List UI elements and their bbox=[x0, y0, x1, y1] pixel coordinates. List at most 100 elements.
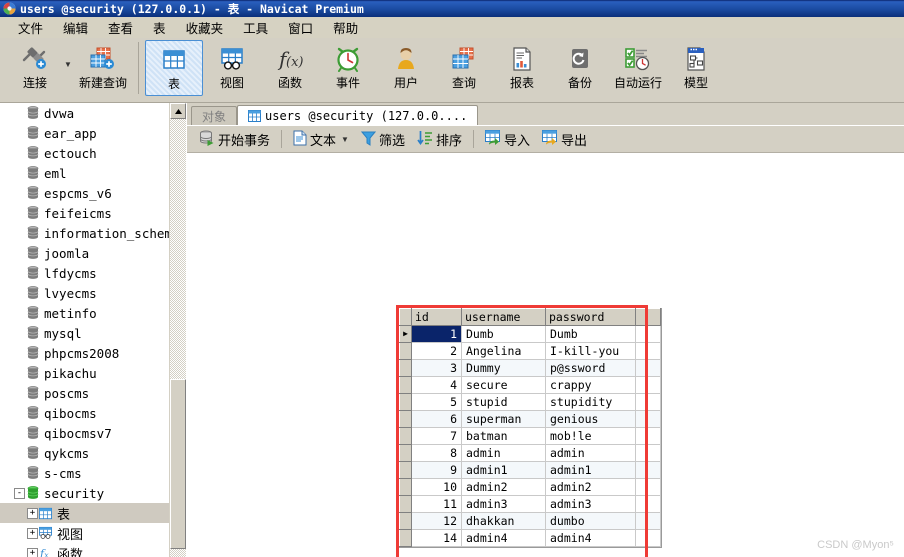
sort-button[interactable]: 排序 bbox=[411, 128, 468, 151]
row-marker-cell[interactable] bbox=[399, 478, 412, 496]
table-row[interactable]: 14 admin4 admin4 bbox=[399, 529, 661, 547]
cell-id[interactable]: 7 bbox=[411, 427, 462, 445]
table-row[interactable]: 6 superman genious bbox=[399, 410, 661, 428]
cell-id[interactable]: 11 bbox=[411, 495, 462, 513]
column-header-id[interactable]: id bbox=[411, 308, 462, 326]
row-marker-cell[interactable]: ▶ bbox=[399, 325, 412, 343]
menu-table[interactable]: 表 bbox=[143, 16, 176, 39]
row-marker-cell[interactable] bbox=[399, 529, 412, 547]
cell-password[interactable]: Dumb bbox=[545, 325, 636, 343]
toolbar-event[interactable]: 事件 bbox=[319, 40, 377, 96]
table-row[interactable]: 7 batman mob!le bbox=[399, 427, 661, 445]
row-marker-cell[interactable] bbox=[399, 342, 412, 360]
row-marker-cell[interactable] bbox=[399, 376, 412, 394]
cell-id[interactable]: 5 bbox=[411, 393, 462, 411]
menu-tools[interactable]: 工具 bbox=[233, 16, 278, 39]
toolbar-backup[interactable]: 备份 bbox=[551, 40, 609, 96]
cell-password[interactable]: admin3 bbox=[545, 495, 636, 513]
table-row[interactable]: 10 admin2 admin2 bbox=[399, 478, 661, 496]
table-row[interactable]: 5 stupid stupidity bbox=[399, 393, 661, 411]
toolbar-function[interactable]: f (x) 函数 bbox=[261, 40, 319, 96]
toolbar-automation[interactable]: 自动运行 bbox=[609, 40, 667, 96]
sidebar-db-item[interactable]: ear_app bbox=[0, 123, 186, 143]
tab-objects[interactable]: 对象 bbox=[191, 106, 238, 125]
sidebar-db-item[interactable]: phpcms2008 bbox=[0, 343, 186, 363]
sidebar-db-item[interactable]: pikachu bbox=[0, 363, 186, 383]
cell-username[interactable]: dhakkan bbox=[461, 512, 546, 530]
toolbar-user[interactable]: 用户 bbox=[377, 40, 435, 96]
row-marker-cell[interactable] bbox=[399, 444, 412, 462]
sidebar-db-item[interactable]: feifeicms bbox=[0, 203, 186, 223]
text-button[interactable]: 文本 ▼ bbox=[287, 128, 355, 151]
tab-users-table[interactable]: users @security (127.0.0.... bbox=[237, 105, 479, 125]
toolbar-report[interactable]: 报表 bbox=[493, 40, 551, 96]
sidebar-db-item[interactable]: metinfo bbox=[0, 303, 186, 323]
cell-password[interactable]: genious bbox=[545, 410, 636, 428]
menu-edit[interactable]: 编辑 bbox=[53, 16, 98, 39]
cell-username[interactable]: stupid bbox=[461, 393, 546, 411]
sidebar-db-item-security[interactable]: - security bbox=[0, 483, 186, 503]
cell-password[interactable]: admin bbox=[545, 444, 636, 462]
sidebar-db-item[interactable]: qibocmsv7 bbox=[0, 423, 186, 443]
sidebar-db-item[interactable]: lvyecms bbox=[0, 283, 186, 303]
column-header-username[interactable]: username bbox=[461, 308, 546, 326]
cell-username[interactable]: batman bbox=[461, 427, 546, 445]
menu-file[interactable]: 文件 bbox=[8, 16, 53, 39]
scroll-up-arrow-icon[interactable] bbox=[170, 103, 186, 119]
cell-username[interactable]: Dummy bbox=[461, 359, 546, 377]
cell-id[interactable]: 9 bbox=[411, 461, 462, 479]
row-marker-cell[interactable] bbox=[399, 427, 412, 445]
cell-id[interactable]: 12 bbox=[411, 512, 462, 530]
begin-transaction-button[interactable]: 开始事务 bbox=[193, 128, 276, 151]
row-marker-cell[interactable] bbox=[399, 512, 412, 530]
cell-id[interactable]: 4 bbox=[411, 376, 462, 394]
child-expander[interactable]: + bbox=[26, 507, 39, 519]
table-row[interactable]: 4 secure crappy bbox=[399, 376, 661, 394]
cell-username[interactable]: Angelina bbox=[461, 342, 546, 360]
sidebar-db-item[interactable]: dvwa bbox=[0, 103, 186, 123]
cell-username[interactable]: admin1 bbox=[461, 461, 546, 479]
toolbar-view[interactable]: 视图 bbox=[203, 40, 261, 96]
cell-username[interactable]: secure bbox=[461, 376, 546, 394]
export-button[interactable]: 导出 bbox=[536, 128, 593, 151]
table-row[interactable]: 11 admin3 admin3 bbox=[399, 495, 661, 513]
filter-button[interactable]: 筛选 bbox=[355, 128, 411, 151]
security-expander[interactable]: - bbox=[13, 487, 26, 499]
sidebar-db-item[interactable]: s-cms bbox=[0, 463, 186, 483]
cell-id[interactable]: 1 bbox=[411, 325, 462, 343]
sidebar-db-item[interactable]: lfdycms bbox=[0, 263, 186, 283]
sidebar-db-item[interactable]: mysql bbox=[0, 323, 186, 343]
sidebar-scrollbar[interactable] bbox=[169, 103, 186, 557]
sidebar-item-view[interactable]: + 视图 bbox=[0, 523, 186, 543]
sidebar-item-function[interactable]: + f x 函数 bbox=[0, 543, 186, 557]
toolbar-connection[interactable]: 连接 bbox=[6, 40, 64, 96]
menu-help[interactable]: 帮助 bbox=[323, 16, 368, 39]
import-button[interactable]: 导入 bbox=[479, 128, 536, 151]
sidebar-db-item[interactable]: poscms bbox=[0, 383, 186, 403]
table-row[interactable]: 12 dhakkan dumbo bbox=[399, 512, 661, 530]
cell-password[interactable]: p@ssword bbox=[545, 359, 636, 377]
row-marker-cell[interactable] bbox=[399, 410, 412, 428]
cell-id[interactable]: 2 bbox=[411, 342, 462, 360]
menu-favorites[interactable]: 收藏夹 bbox=[176, 16, 234, 39]
sidebar-scrollbar-thumb[interactable] bbox=[170, 379, 186, 549]
sidebar-db-item[interactable]: espcms_v6 bbox=[0, 183, 186, 203]
cell-password[interactable]: admin4 bbox=[545, 529, 636, 547]
cell-username[interactable]: Dumb bbox=[461, 325, 546, 343]
cell-username[interactable]: admin2 bbox=[461, 478, 546, 496]
cell-id[interactable]: 14 bbox=[411, 529, 462, 547]
sidebar-item-table[interactable]: + 表 bbox=[0, 503, 186, 523]
sidebar-db-item[interactable]: joomla bbox=[0, 243, 186, 263]
cell-id[interactable]: 8 bbox=[411, 444, 462, 462]
cell-password[interactable]: mob!le bbox=[545, 427, 636, 445]
table-row[interactable]: 9 admin1 admin1 bbox=[399, 461, 661, 479]
toolbar-model[interactable]: 模型 bbox=[667, 40, 725, 96]
cell-password[interactable]: admin1 bbox=[545, 461, 636, 479]
sidebar-db-item[interactable]: information_schema bbox=[0, 223, 186, 243]
cell-username[interactable]: admin bbox=[461, 444, 546, 462]
cell-password[interactable]: admin2 bbox=[545, 478, 636, 496]
data-grid[interactable]: id username password ▶ 1 Dumb Dumb 2 Angelina… bbox=[399, 308, 662, 548]
toolbar-table[interactable]: 表 bbox=[145, 40, 203, 96]
cell-password[interactable]: dumbo bbox=[545, 512, 636, 530]
toolbar-query[interactable]: 查询 bbox=[435, 40, 493, 96]
